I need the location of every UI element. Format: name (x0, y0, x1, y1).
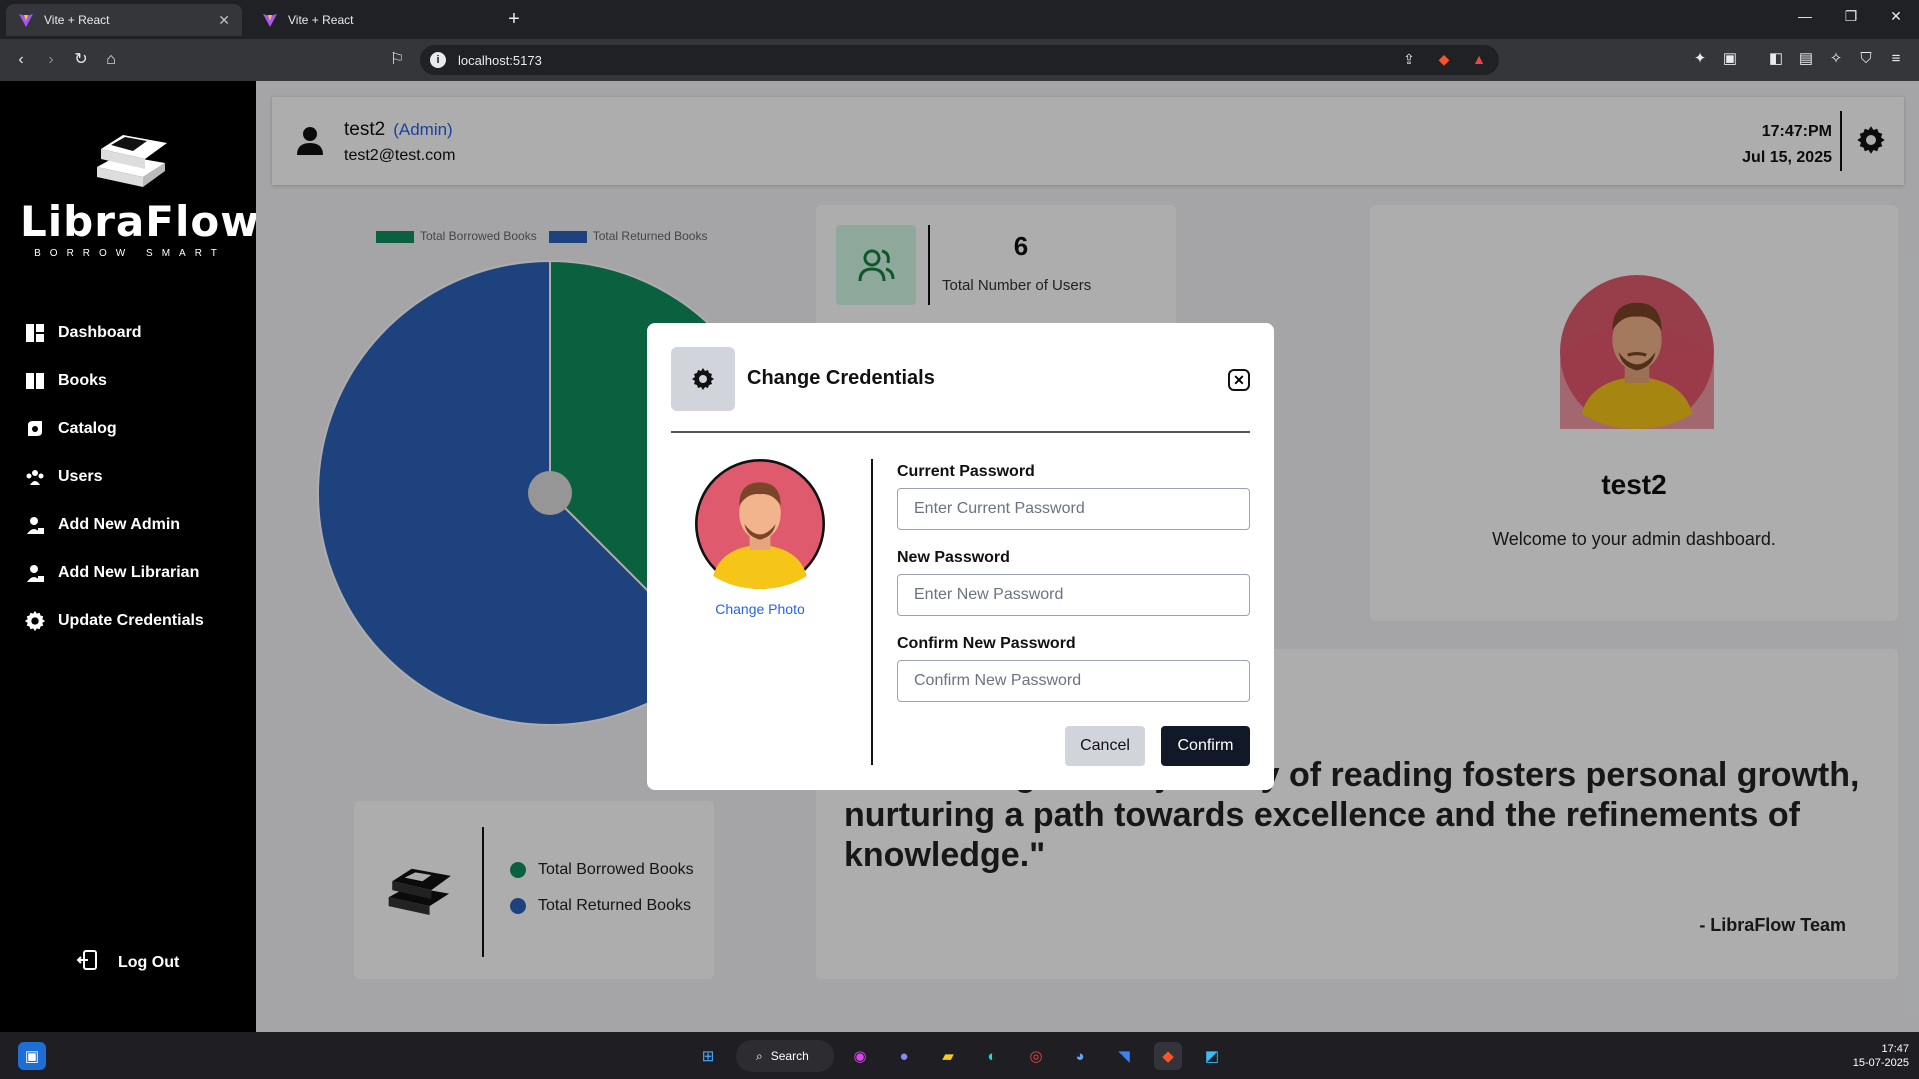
modal-vertical-divider (871, 459, 873, 765)
add-librarian-icon (24, 562, 46, 584)
change-credentials-modal: Change Credentials ✕ Change Photo Curren… (647, 323, 1274, 790)
brand-name: LibraFlow (20, 197, 261, 246)
bookmark-icon[interactable]: ⚐ (386, 49, 408, 71)
dashboard-icon (24, 322, 46, 344)
sidebar-item-label: Catalog (58, 420, 117, 437)
sidebar-item-label: Books (58, 372, 107, 389)
book-icon (24, 370, 46, 392)
clock-time: 17:47 (1881, 1043, 1909, 1055)
sidebar-item-label: Add New Admin (58, 516, 181, 533)
modal-title: Change Credentials (747, 367, 935, 389)
brave-rewards-icon[interactable]: ▲ (1470, 51, 1488, 69)
logout-label: Log Out (118, 953, 180, 971)
taskbar-search[interactable]: ⌕ Search (736, 1040, 834, 1072)
sidebar-item-label: Update Credentials (58, 612, 204, 629)
sidebar-item-label: Dashboard (58, 324, 142, 341)
extensions-icon[interactable]: ✦ (1690, 49, 1710, 69)
tab-title: Vite + React (288, 13, 354, 27)
sidebar-item-dashboard[interactable]: Dashboard (24, 309, 204, 357)
address-bar-row: ‹ › ↻ ⌂ ⚐ i localhost:5173 ⇪ ◆ ▲ ✦ ▣ ◧ ▤… (0, 39, 1919, 81)
restore-icon[interactable]: ❐ (1841, 8, 1861, 25)
screenshot-icon[interactable]: ▣ (1720, 49, 1740, 69)
start-icon[interactable]: ⊞ (694, 1042, 722, 1070)
new-password-label: New Password (897, 549, 1010, 566)
search-label: Search (770, 1049, 809, 1063)
confirm-password-label: Confirm New Password (897, 635, 1076, 652)
clock-date: 15-07-2025 (1852, 1057, 1909, 1069)
vscode-icon[interactable]: ◥ (1110, 1042, 1138, 1070)
tab-inactive[interactable]: Vite + React (250, 4, 490, 36)
modal-close-button[interactable]: ✕ (1228, 369, 1250, 391)
share-icon[interactable]: ⇪ (1400, 51, 1418, 69)
app-icon[interactable]: ◕ (1066, 1042, 1094, 1070)
widgets-icon[interactable]: ▣ (18, 1042, 46, 1070)
new-password-input[interactable] (897, 574, 1250, 616)
sidebar-toggle-icon[interactable]: ◧ (1766, 49, 1786, 69)
back-icon[interactable]: ‹ (10, 49, 32, 71)
leo-ai-icon[interactable]: ✧ (1826, 49, 1846, 69)
vpn-icon[interactable]: ⛉ (1856, 49, 1876, 69)
sidebar-item-update-credentials[interactable]: Update Credentials (24, 597, 204, 645)
confirm-button[interactable]: Confirm (1161, 726, 1250, 766)
url-field[interactable]: i localhost:5173 ⇪ ◆ ▲ (420, 45, 1499, 75)
vite-logo-icon (262, 12, 278, 28)
books-logo-icon (97, 135, 167, 187)
browser-tab-bar: Vite + React ✕ Vite + React + — ❐ ✕ (0, 0, 1919, 39)
forward-icon[interactable]: › (40, 49, 62, 71)
gear-icon (692, 368, 714, 390)
brave-shield-icon[interactable]: ◆ (1435, 51, 1453, 69)
confirm-password-input[interactable] (897, 660, 1250, 702)
home-icon[interactable]: ⌂ (100, 49, 122, 71)
catalog-icon (24, 418, 46, 440)
change-photo-link[interactable]: Change Photo (695, 601, 825, 617)
sidebar-nav: Dashboard Books Catalog Users Add New Ad… (24, 309, 204, 645)
photos-icon[interactable]: ◩ (1198, 1042, 1226, 1070)
close-icon: ✕ (1233, 371, 1245, 388)
users-icon (24, 466, 46, 488)
modal-avatar (695, 459, 825, 589)
brand-tagline: BORROW SMART (34, 248, 226, 259)
sidebar: LibraFlow BORROW SMART Dashboard Books C… (0, 81, 261, 1032)
wallet-icon[interactable]: ▤ (1796, 49, 1816, 69)
close-tab-icon[interactable]: ✕ (218, 12, 230, 29)
current-password-label: Current Password (897, 463, 1035, 480)
windows-taskbar: ▣ ⊞ ⌕ Search ◉ ● ▰ ◐ ◎ ◕ ◥ ◆ ◩ 17:47 15-0… (0, 1032, 1919, 1079)
brand-logo: LibraFlow BORROW SMART (20, 127, 261, 259)
chrome-icon[interactable]: ◎ (1022, 1042, 1050, 1070)
teams-icon[interactable]: ● (890, 1042, 918, 1070)
minimize-icon[interactable]: — (1795, 8, 1815, 24)
sidebar-item-label: Add New Librarian (58, 564, 200, 581)
sidebar-item-books[interactable]: Books (24, 357, 204, 405)
sidebar-item-catalog[interactable]: Catalog (24, 405, 204, 453)
file-explorer-icon[interactable]: ▰ (934, 1042, 962, 1070)
logout-icon (76, 949, 98, 976)
gear-icon (24, 610, 46, 632)
new-tab-button[interactable]: + (502, 8, 526, 31)
vite-logo-icon (18, 12, 34, 28)
menu-icon[interactable]: ≡ (1886, 49, 1906, 69)
modal-header-icon (671, 347, 735, 411)
url-text: localhost:5173 (458, 53, 542, 68)
reload-icon[interactable]: ↻ (70, 49, 92, 71)
sidebar-item-add-admin[interactable]: Add New Admin (24, 501, 204, 549)
current-password-input[interactable] (897, 488, 1250, 530)
sidebar-item-users[interactable]: Users (24, 453, 204, 501)
site-info-icon[interactable]: i (430, 52, 446, 68)
logout-button[interactable]: Log Out (76, 949, 179, 976)
sidebar-item-add-librarian[interactable]: Add New Librarian (24, 549, 204, 597)
cancel-button[interactable]: Cancel (1065, 726, 1145, 766)
tab-active[interactable]: Vite + React ✕ (6, 4, 242, 36)
copilot-icon[interactable]: ◉ (846, 1042, 874, 1070)
sidebar-item-label: Users (58, 468, 103, 485)
modal-divider (671, 431, 1250, 433)
search-icon: ⌕ (756, 1048, 763, 1063)
tab-title: Vite + React (44, 13, 110, 27)
edge-icon[interactable]: ◐ (978, 1042, 1006, 1070)
taskbar-clock: 17:47 15-07-2025 (1853, 1042, 1909, 1070)
add-admin-icon (24, 514, 46, 536)
brave-icon[interactable]: ◆ (1154, 1042, 1182, 1070)
close-window-icon[interactable]: ✕ (1886, 8, 1906, 25)
